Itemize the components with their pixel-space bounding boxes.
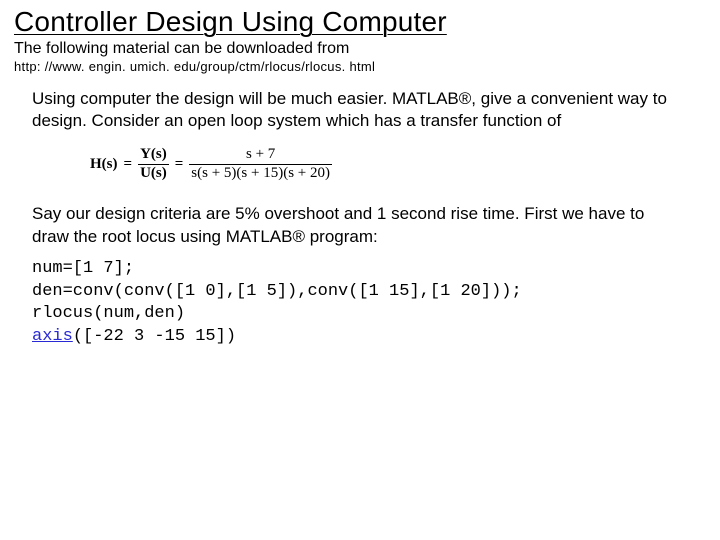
matlab-code-block: num=[1 7]; den=conv(conv([1 0],[1 5]),co…	[32, 258, 682, 348]
slide-page: Controller Design Using Computer The fol…	[0, 0, 720, 362]
eq-equals-icon: =	[175, 156, 184, 173]
eq-rhs-fraction: s + 7 s(s + 5)(s + 15)(s + 20)	[189, 147, 332, 182]
eq-rhs-den: s(s + 5)(s + 15)(s + 20)	[189, 166, 332, 182]
criteria-paragraph: Say our design criteria are 5% overshoot…	[32, 203, 682, 248]
code-line: num=[1 7];	[32, 259, 134, 278]
intro-paragraph: Using computer the design will be much e…	[32, 88, 682, 133]
body-content: Using computer the design will be much e…	[32, 88, 682, 348]
code-line-tail: ([-22 3 -15 15])	[73, 327, 236, 346]
axis-link[interactable]: axis	[32, 327, 73, 346]
transfer-function-equation: H(s) = Y(s) U(s) = s + 7 s(s + 5)(s + 15…	[90, 147, 682, 182]
subtitle-text: The following material can be downloaded…	[14, 40, 706, 58]
eq-lhs: H(s)	[90, 156, 118, 173]
page-title: Controller Design Using Computer	[14, 6, 706, 38]
eq-equals-icon: =	[124, 156, 133, 173]
eq-rhs-num: s + 7	[244, 147, 277, 163]
code-line: den=conv(conv([1 0],[1 5]),conv([1 15],[…	[32, 282, 522, 301]
eq-mid-num: Y(s)	[138, 147, 169, 163]
source-url: http: //www. engin. umich. edu/group/ctm…	[14, 59, 706, 74]
eq-mid-fraction: Y(s) U(s)	[138, 147, 169, 182]
equation-block: H(s) = Y(s) U(s) = s + 7 s(s + 5)(s + 15…	[90, 147, 682, 182]
eq-mid-den: U(s)	[138, 166, 169, 182]
code-line: rlocus(num,den)	[32, 304, 185, 323]
